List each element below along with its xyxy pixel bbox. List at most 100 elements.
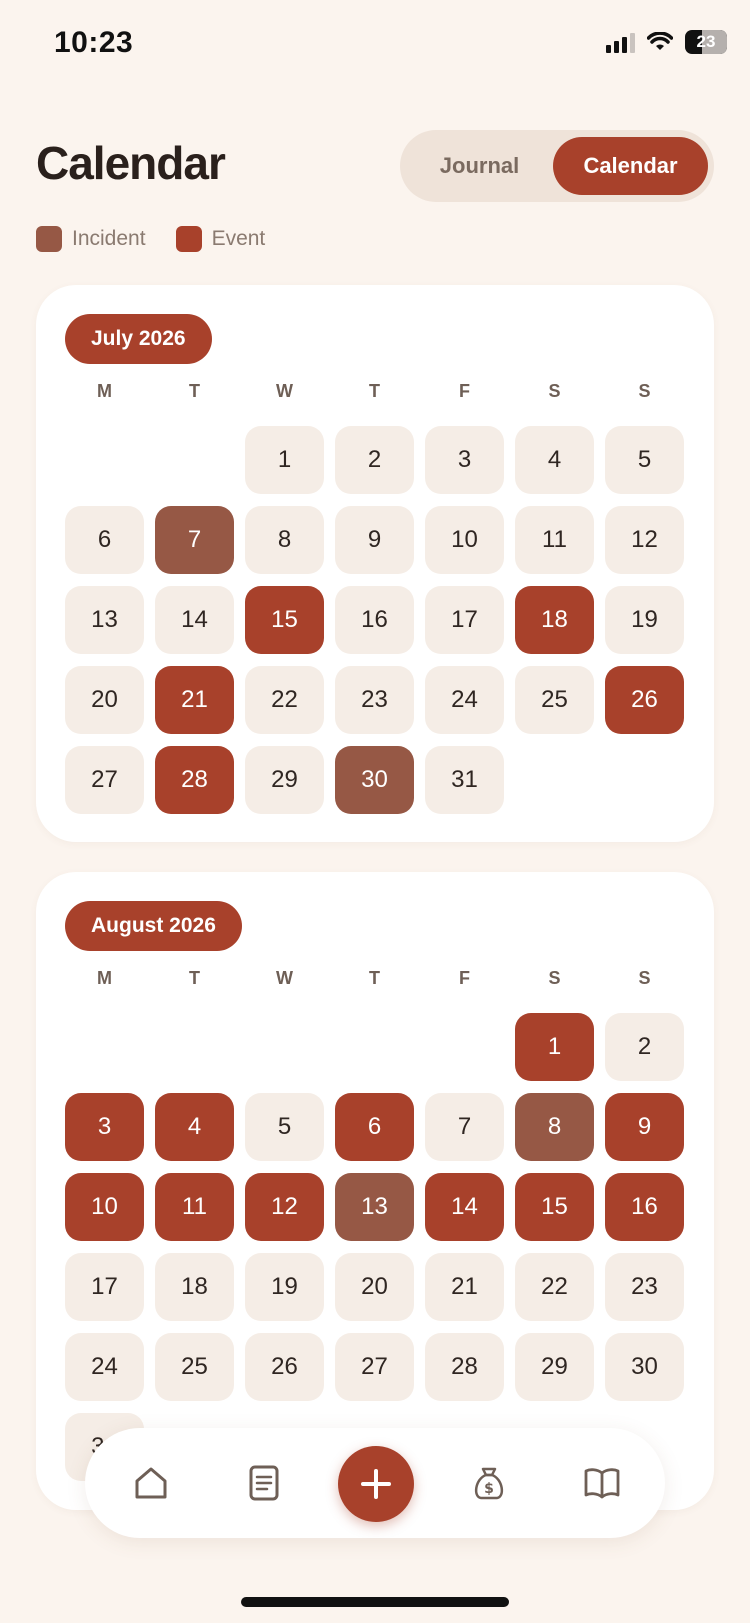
day-cell[interactable]: 7: [425, 1093, 504, 1161]
day-cell-event[interactable]: 26: [605, 666, 684, 734]
day-cell[interactable]: 29: [245, 746, 324, 814]
home-indicator: [241, 1597, 509, 1607]
day-cell-event[interactable]: 6: [335, 1093, 414, 1161]
svg-text:$: $: [484, 1481, 494, 1497]
day-cell-event[interactable]: 15: [515, 1173, 594, 1241]
day-cell[interactable]: 17: [65, 1253, 144, 1321]
day-cell[interactable]: 5: [605, 426, 684, 494]
day-cell[interactable]: 12: [605, 506, 684, 574]
day-cell-incident[interactable]: 8: [515, 1093, 594, 1161]
day-cell[interactable]: 14: [155, 586, 234, 654]
day-cell[interactable]: 10: [425, 506, 504, 574]
day-cell[interactable]: 5: [245, 1093, 324, 1161]
weekday-label: S: [638, 968, 651, 988]
cellular-signal-icon: [606, 31, 635, 53]
day-cell[interactable]: 23: [335, 666, 414, 734]
day-cell[interactable]: 2: [605, 1013, 684, 1081]
day-cell[interactable]: 30: [605, 1333, 684, 1401]
day-cell[interactable]: 3: [425, 426, 504, 494]
weekday-label: M: [97, 381, 112, 401]
day-cell[interactable]: 27: [335, 1333, 414, 1401]
weekday-label: S: [638, 381, 651, 401]
day-cell-event[interactable]: 4: [155, 1093, 234, 1161]
legend-event-label: Event: [211, 227, 266, 250]
tab-journal[interactable]: Journal: [406, 137, 553, 195]
day-cell[interactable]: 21: [425, 1253, 504, 1321]
weekday-label: T: [369, 968, 380, 988]
day-cell-event[interactable]: 18: [515, 586, 594, 654]
day-cell[interactable]: 27: [65, 746, 144, 814]
wifi-icon: [647, 32, 673, 50]
day-cell-event[interactable]: 12: [245, 1173, 324, 1241]
day-cell[interactable]: 19: [605, 586, 684, 654]
incident-swatch: [36, 226, 62, 252]
month-title: August 2026: [65, 901, 242, 951]
day-grid: 1 2 3 4 5 6 7 8 9 10 11 12 13 14 15 16 17 18 19 20 21 22 23 24 2…: [65, 426, 684, 814]
event-swatch: [175, 226, 202, 252]
weekday-header: M T W T F S S: [65, 381, 684, 402]
bottom-nav: $: [85, 1428, 665, 1538]
nav-home[interactable]: [127, 1459, 175, 1507]
tab-calendar[interactable]: Calendar: [553, 137, 708, 195]
day-cell-incident[interactable]: 7: [155, 506, 234, 574]
nav-expenses[interactable]: $: [465, 1459, 513, 1507]
day-cell[interactable]: 13: [65, 586, 144, 654]
day-cell[interactable]: 17: [425, 586, 504, 654]
weekday-label: W: [276, 968, 293, 988]
add-button[interactable]: [338, 1446, 414, 1522]
day-cell[interactable]: 20: [335, 1253, 414, 1321]
weekday-label: M: [97, 968, 112, 988]
day-cell-empty: [425, 1013, 504, 1081]
weekday-label: T: [369, 381, 380, 401]
day-cell[interactable]: 22: [515, 1253, 594, 1321]
day-cell-event[interactable]: 1: [515, 1013, 594, 1081]
day-cell-event[interactable]: 3: [65, 1093, 144, 1161]
nav-library[interactable]: [578, 1459, 626, 1507]
day-cell[interactable]: 24: [425, 666, 504, 734]
day-cell-event[interactable]: 28: [155, 746, 234, 814]
day-cell-event[interactable]: 16: [605, 1173, 684, 1241]
day-cell-empty: [155, 1013, 234, 1081]
day-cell-incident[interactable]: 13: [335, 1173, 414, 1241]
day-cell[interactable]: 25: [155, 1333, 234, 1401]
day-cell-incident[interactable]: 30: [335, 746, 414, 814]
day-cell[interactable]: 9: [335, 506, 414, 574]
nav-journal[interactable]: [240, 1459, 288, 1507]
day-cell[interactable]: 19: [245, 1253, 324, 1321]
day-cell[interactable]: 4: [515, 426, 594, 494]
status-time: 10:23: [54, 26, 134, 59]
day-cell[interactable]: 2: [335, 426, 414, 494]
day-cell-event[interactable]: 15: [245, 586, 324, 654]
day-cell[interactable]: 8: [245, 506, 324, 574]
legend-incident: Incident: [36, 226, 146, 252]
day-cell-event[interactable]: 9: [605, 1093, 684, 1161]
day-grid: 1 2 3 4 5 6 7 8 9 10 11 12 13 14 15 16 17 18 19 20 21 22 23 24 2…: [65, 1013, 684, 1481]
day-cell[interactable]: 28: [425, 1333, 504, 1401]
day-cell[interactable]: 26: [245, 1333, 324, 1401]
legend: Incident Event: [36, 226, 265, 252]
day-cell[interactable]: 29: [515, 1333, 594, 1401]
day-cell[interactable]: 16: [335, 586, 414, 654]
day-cell[interactable]: 18: [155, 1253, 234, 1321]
legend-event: Event: [175, 226, 266, 252]
day-cell[interactable]: 31: [425, 746, 504, 814]
day-cell-empty: [245, 1013, 324, 1081]
day-cell[interactable]: 22: [245, 666, 324, 734]
day-cell[interactable]: 23: [605, 1253, 684, 1321]
day-cell-empty: [335, 1013, 414, 1081]
month-card-july: July 2026 M T W T F S S 1 2 3 4 5 6 7 8 9 10 11 12 1…: [36, 285, 714, 842]
battery-icon: 23: [685, 30, 727, 54]
day-cell-event[interactable]: 21: [155, 666, 234, 734]
day-cell[interactable]: 25: [515, 666, 594, 734]
day-cell[interactable]: 11: [515, 506, 594, 574]
view-toggle: Journal Calendar: [400, 130, 714, 202]
day-cell-event[interactable]: 14: [425, 1173, 504, 1241]
month-card-august: August 2026 M T W T F S S 1 2 3 4 5 6 7 8 9 10 11 1…: [36, 872, 714, 1510]
page-title: Calendar: [36, 137, 226, 189]
day-cell[interactable]: 6: [65, 506, 144, 574]
day-cell-event[interactable]: 11: [155, 1173, 234, 1241]
day-cell[interactable]: 24: [65, 1333, 144, 1401]
day-cell[interactable]: 1: [245, 426, 324, 494]
day-cell[interactable]: 20: [65, 666, 144, 734]
day-cell-event[interactable]: 10: [65, 1173, 144, 1241]
